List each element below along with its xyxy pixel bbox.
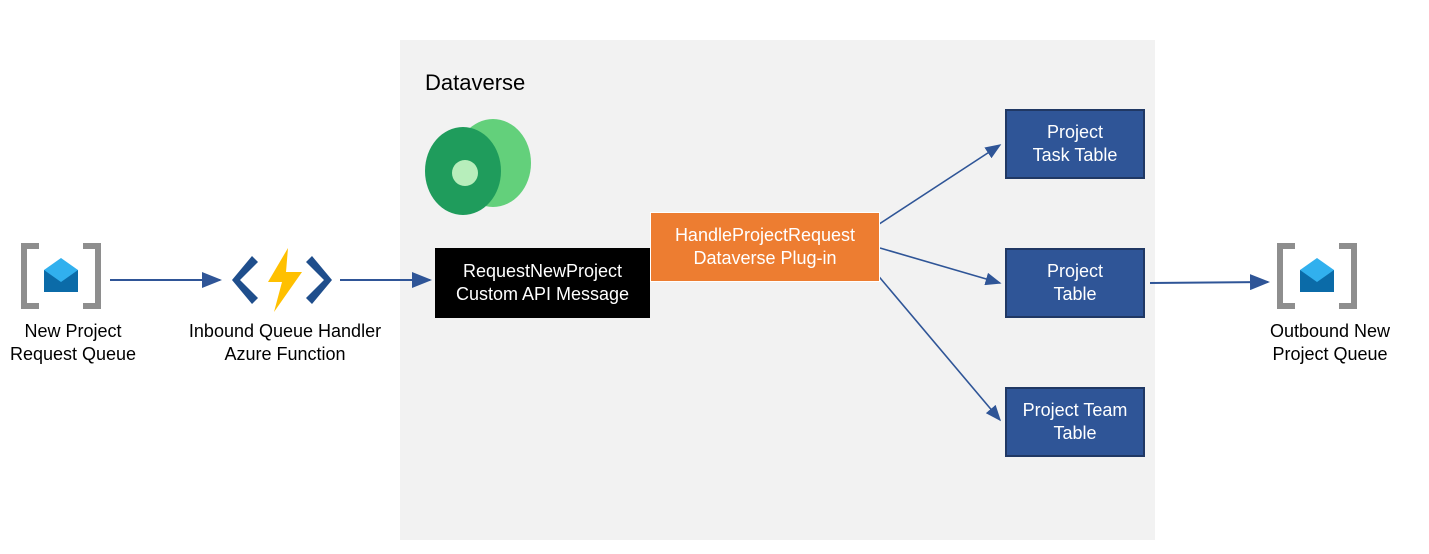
project-team-table-text: Project Team Table xyxy=(1023,399,1128,446)
queue-icon-right xyxy=(1280,246,1354,306)
left-queue-label: New Project Request Queue xyxy=(8,320,138,365)
project-team-table-block: Project Team Table xyxy=(1005,387,1145,457)
project-table-text: Project Table xyxy=(1047,260,1103,307)
project-table-block: Project Table xyxy=(1005,248,1145,318)
azure-function-icon xyxy=(232,248,332,312)
plugin-block: HandleProjectRequest Dataverse Plug-in xyxy=(650,212,880,282)
diagram-canvas: Dataverse xyxy=(0,0,1429,554)
azure-function-label: Inbound Queue Handler Azure Function xyxy=(180,320,390,365)
dataverse-title: Dataverse xyxy=(425,70,525,96)
custom-api-block: RequestNewProject Custom API Message xyxy=(435,248,650,318)
right-queue-label-text: Outbound New Project Queue xyxy=(1270,321,1390,364)
azure-function-label-text: Inbound Queue Handler Azure Function xyxy=(189,321,381,364)
queue-icon-left xyxy=(24,246,98,306)
project-task-table-block: Project Task Table xyxy=(1005,109,1145,179)
right-queue-label: Outbound New Project Queue xyxy=(1260,320,1400,365)
project-task-table-text: Project Task Table xyxy=(1033,121,1118,168)
dataverse-title-text: Dataverse xyxy=(425,70,525,95)
custom-api-text: RequestNewProject Custom API Message xyxy=(456,260,629,307)
left-queue-label-text: New Project Request Queue xyxy=(10,321,136,364)
plugin-text: HandleProjectRequest Dataverse Plug-in xyxy=(675,224,855,271)
